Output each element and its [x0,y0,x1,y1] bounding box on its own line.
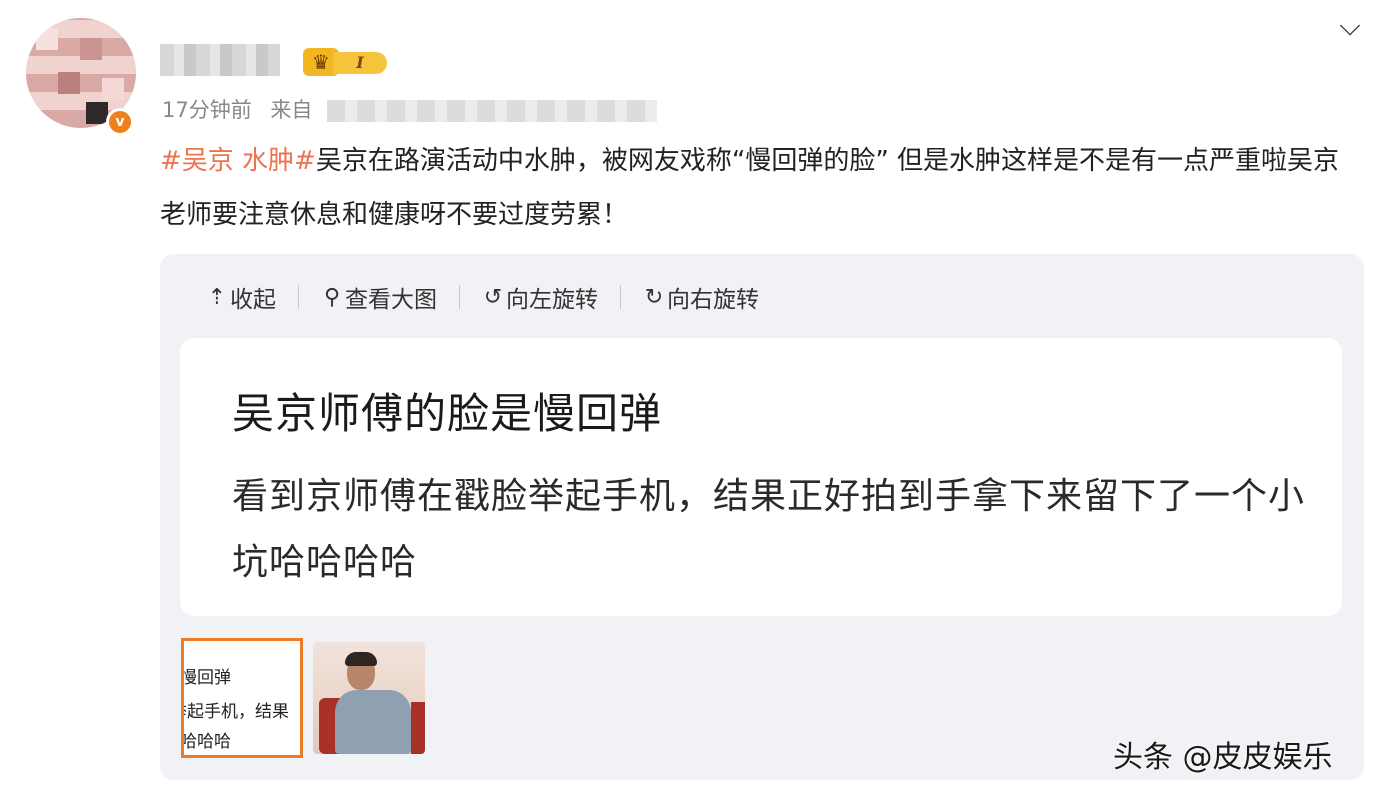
rotate-left-label: 向左旋转 [506,287,598,313]
thumb-person-body [335,690,411,754]
verified-badge-icon: v [106,108,134,136]
image-title: 吴京师傅的脸是慢回弹 [232,389,663,438]
avatar-pixel [102,78,124,100]
thumb-person-hair [345,652,377,666]
rotate-right-icon: ↻ [644,284,664,310]
hashtag-link[interactable]: #吴京 水肿# [160,146,316,176]
media-card: ⇡ 收起 ⚲ 查看大图 ↺ 向左旋转 ↻ 向右旋转 吴京师傅的脸是慢回弹 看到京… [160,254,1364,780]
thumbnail-2[interactable] [313,642,425,754]
rotate-left-icon: ↺ [483,284,503,310]
post-meta: 17分钟前 来自 [162,94,658,124]
toolbar-divider [298,285,299,309]
username[interactable] [160,44,280,76]
collapse-label: 收起 [230,287,276,313]
vip-level: I [333,52,387,74]
chevron-down-icon[interactable]: ⌵ [1334,12,1366,40]
thumb-text: 慢回弹 [181,668,231,688]
rotate-right-label: 向右旋转 [667,287,759,313]
avatar-pixel [58,72,80,94]
image-body: 看到京师傅在戳脸举起手机，结果正好拍到手拿下来留下了一个小坑哈哈哈哈 [232,476,1306,583]
avatar-pixel [86,102,108,124]
expanded-image[interactable]: 吴京师傅的脸是慢回弹 看到京师傅在戳脸举起手机，结果正好拍到手拿下来留下了一个小… [180,338,1342,616]
collapse-button[interactable]: ⇡ 收起 [204,280,276,314]
rotate-left-button[interactable]: ↺ 向左旋转 [480,280,598,314]
view-large-button[interactable]: ⚲ 查看大图 [319,280,437,314]
watermark: 头条 @皮皮娱乐 [1113,740,1333,775]
vip-badge[interactable]: ♛ I [303,46,387,78]
toolbar-divider [620,285,621,309]
post-body: 吴京在路演活动中水肿，被网友戏称“慢回弹的脸” 但是水肿这样是不是有一点严重啦吴… [160,146,1340,230]
arrow-up-icon: ⇡ [207,284,227,310]
thumb-text: 哈哈哈 [181,732,231,752]
search-icon: ⚲ [323,284,341,310]
avatar-pixel [80,38,102,60]
post-time[interactable]: 17分钟前 [162,98,252,122]
source-name[interactable] [327,100,658,122]
rotate-right-button[interactable]: ↻ 向右旋转 [641,280,759,314]
image-toolbar: ⇡ 收起 ⚲ 查看大图 ↺ 向左旋转 ↻ 向右旋转 [204,280,759,314]
avatar-pixel [36,28,58,50]
toolbar-divider [459,285,460,309]
thumb-text: 举起手机，结果 [181,702,289,722]
thumbnail-1-selected[interactable]: 慢回弹 举起手机，结果 哈哈哈 [181,638,303,758]
post-text: #吴京 水肿#吴京在路演活动中水肿，被网友戏称“慢回弹的脸” 但是水肿这样是不是… [160,134,1360,242]
thumb-chair [411,702,425,754]
source-prefix: 来自 [270,98,313,122]
view-large-label: 查看大图 [345,287,437,313]
